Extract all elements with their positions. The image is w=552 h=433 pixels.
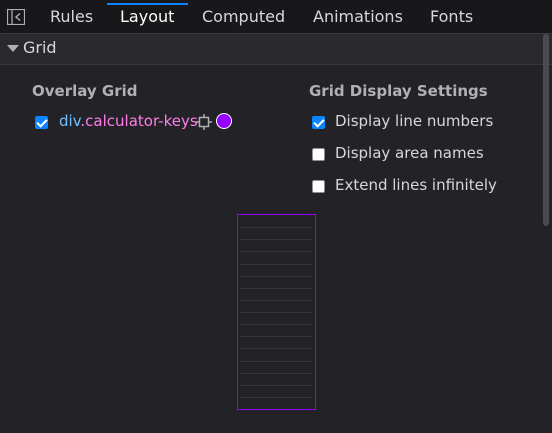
element-class-name: .calculator-keys [80, 112, 198, 130]
grid-element-label[interactable]: div.calculator-keys [59, 112, 198, 130]
grid-row-line [241, 396, 312, 398]
tab-fonts[interactable]: Fonts [430, 0, 473, 33]
grid-row-line [241, 251, 312, 253]
highlight-node-icon[interactable] [196, 114, 212, 130]
extend-lines-infinitely-label[interactable]: Extend lines infinitely [335, 176, 497, 194]
tab-computed[interactable]: Computed [202, 0, 285, 33]
grid-row-line [241, 324, 312, 326]
grid-row-line [241, 360, 312, 362]
scrollbar-thumb[interactable] [543, 34, 549, 226]
grid-row-line [241, 227, 312, 229]
overlay-grid-heading: Overlay Grid [32, 82, 138, 100]
display-area-names-label[interactable]: Display area names [335, 144, 484, 162]
grid-row-line [241, 372, 312, 374]
grid-section-title: Grid [23, 38, 57, 57]
extend-lines-infinitely-checkbox[interactable] [312, 180, 325, 193]
grid-row-line [241, 312, 312, 313]
grid-row-line [241, 348, 312, 350]
display-area-names-checkbox[interactable] [312, 148, 325, 161]
grid-row-line [241, 275, 312, 277]
grid-display-settings-heading: Grid Display Settings [309, 82, 488, 100]
tab-animations[interactable]: Animations [313, 0, 403, 33]
grid-outline-preview [237, 214, 316, 410]
display-line-numbers-label[interactable]: Display line numbers [335, 112, 493, 130]
tab-layout[interactable]: Layout [120, 0, 174, 33]
overlay-grid-checkbox[interactable] [35, 116, 48, 129]
tab-bar: Rules Layout Computed Animations Fonts [0, 0, 552, 34]
grid-row-line [241, 239, 312, 241]
expand-arrow-icon[interactable] [7, 45, 19, 52]
grid-color-swatch[interactable] [216, 113, 232, 129]
toggle-sidebar-icon[interactable] [7, 9, 25, 25]
element-tag-name: div [59, 112, 81, 130]
display-line-numbers-checkbox[interactable] [312, 116, 325, 129]
grid-row-line [241, 336, 312, 338]
grid-row-line [241, 299, 312, 301]
grid-row-line [241, 287, 312, 289]
grid-row-line [241, 263, 312, 265]
tab-rules[interactable]: Rules [50, 0, 93, 33]
grid-row-line [241, 384, 312, 386]
grid-section-header[interactable]: Grid [0, 34, 552, 65]
